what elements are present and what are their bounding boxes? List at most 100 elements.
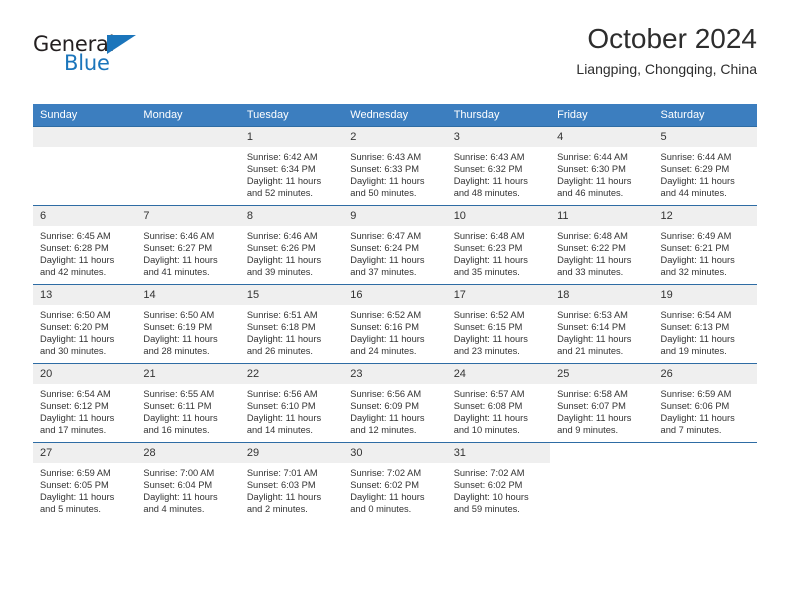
- page-title: October 2024: [587, 23, 757, 54]
- calendar-page: General Blue October 2024 Liangping, Cho…: [0, 0, 792, 612]
- calendar-week-row: 1 Sunrise: 6:42 AM Sunset: 6:34 PM Daylight…: [33, 126, 757, 206]
- calendar-day-cell[interactable]: 4 Sunrise: 6:44 AM Sunset: 6:30 PM Daylight…: [550, 126, 654, 206]
- day-detail-daylight1: Daylight: 11 hours: [143, 255, 218, 266]
- calendar-day-cell[interactable]: 25 Sunrise: 6:58 AM Sunset: 6:07 PM Dayligh…: [550, 363, 654, 443]
- day-number: 20: [33, 364, 137, 384]
- day-detail-daylight1: Daylight: 11 hours: [246, 176, 322, 187]
- calendar-day-cell[interactable]: 1 Sunrise: 6:42 AM Sunset: 6:34 PM Daylight…: [239, 126, 344, 206]
- weekday-header-sunday: Sunday: [33, 104, 137, 127]
- day-detail-sunset: Sunset: 6:15 PM: [453, 322, 523, 333]
- day-detail-daylight2: and 28 minutes.: [143, 346, 210, 357]
- day-detail-sunrise: Sunrise: 6:59 AM: [40, 468, 111, 478]
- day-detail-sunset: Sunset: 6:03 PM: [246, 480, 316, 491]
- day-number: 12: [653, 206, 757, 226]
- day-detail-daylight2: and 48 minutes.: [453, 188, 520, 199]
- calendar-day-cell[interactable]: 12 Sunrise: 6:49 AM Sunset: 6:21 PM Dayligh…: [653, 205, 757, 285]
- day-detail-daylight1: Daylight: 11 hours: [557, 334, 632, 345]
- day-detail-sunrise: Sunrise: 6:57 AM: [453, 389, 525, 399]
- calendar-day-cell[interactable]: 2 Sunrise: 6:43 AM Sunset: 6:33 PM Daylight…: [343, 126, 447, 206]
- day-detail-daylight1: Daylight: 10 hours: [453, 492, 529, 503]
- sunrise-sunset-calendar: Sunday Monday Tuesday Wednesday Thursday…: [33, 104, 757, 521]
- day-detail-daylight2: and 41 minutes.: [143, 267, 210, 278]
- calendar-day-cell[interactable]: 29 Sunrise: 7:01 AM Sunset: 6:03 PM Dayligh…: [239, 442, 344, 521]
- calendar-day-cell[interactable]: 15 Sunrise: 6:51 AM Sunset: 6:18 PM Dayligh…: [239, 284, 344, 364]
- day-detail-daylight2: and 7 minutes.: [660, 425, 722, 436]
- day-detail-sunset: Sunset: 6:11 PM: [143, 401, 212, 412]
- calendar-day-cell[interactable]: 23 Sunrise: 6:56 AM Sunset: 6:09 PM Dayligh…: [343, 363, 447, 443]
- day-detail-daylight1: Daylight: 11 hours: [660, 255, 735, 266]
- calendar-day-cell[interactable]: 17 Sunrise: 6:52 AM Sunset: 6:15 PM Dayligh…: [446, 284, 551, 364]
- calendar-day-cell[interactable]: 3 Sunrise: 6:43 AM Sunset: 6:32 PM Daylight…: [446, 126, 551, 206]
- calendar-day-cell[interactable]: 16 Sunrise: 6:52 AM Sunset: 6:16 PM Dayligh…: [343, 284, 447, 364]
- calendar-day-cell[interactable]: 31 Sunrise: 7:02 AM Sunset: 6:02 PM Dayligh…: [446, 442, 551, 521]
- day-detail-sunset: Sunset: 6:12 PM: [40, 401, 109, 412]
- day-detail-daylight1: Daylight: 11 hours: [246, 492, 322, 503]
- day-details: Sunrise: 6:51 AM Sunset: 6:18 PM Daylight:…: [240, 305, 343, 357]
- day-number: 6: [33, 206, 137, 226]
- day-number: [33, 127, 137, 147]
- calendar-day-cell[interactable]: 14 Sunrise: 6:50 AM Sunset: 6:19 PM Dayligh…: [136, 284, 240, 364]
- day-detail-sunset: Sunset: 6:23 PM: [453, 243, 523, 254]
- day-detail-sunrise: Sunrise: 6:55 AM: [143, 389, 215, 399]
- general-blue-logo[interactable]: General Blue: [33, 32, 173, 84]
- calendar-day-cell[interactable]: 28 Sunrise: 7:00 AM Sunset: 6:04 PM Dayligh…: [136, 442, 240, 521]
- day-detail-sunset: Sunset: 6:05 PM: [40, 480, 109, 491]
- calendar-day-cell[interactable]: 30 Sunrise: 7:02 AM Sunset: 6:02 PM Dayligh…: [343, 442, 447, 521]
- weekday-header-saturday: Saturday: [653, 104, 757, 127]
- day-detail-daylight1: Daylight: 11 hours: [453, 413, 528, 424]
- day-detail-daylight2: and 26 minutes.: [246, 346, 313, 357]
- calendar-day-cell[interactable]: 5 Sunrise: 6:44 AM Sunset: 6:29 PM Daylight…: [653, 126, 757, 206]
- day-detail-daylight2: and 59 minutes.: [453, 504, 520, 515]
- day-detail-sunset: Sunset: 6:10 PM: [246, 401, 316, 412]
- calendar-day-cell[interactable]: 24 Sunrise: 6:57 AM Sunset: 6:08 PM Dayligh…: [446, 363, 551, 443]
- day-details: Sunrise: 6:46 AM Sunset: 6:26 PM Daylight:…: [240, 226, 343, 278]
- day-detail-daylight1: Daylight: 11 hours: [350, 334, 425, 345]
- calendar-day-cell[interactable]: 19 Sunrise: 6:54 AM Sunset: 6:13 PM Dayligh…: [653, 284, 757, 364]
- day-detail-daylight2: and 17 minutes.: [40, 425, 107, 436]
- calendar-day-cell[interactable]: 21 Sunrise: 6:55 AM Sunset: 6:11 PM Dayligh…: [136, 363, 240, 443]
- day-details: Sunrise: 6:52 AM Sunset: 6:15 PM Daylight:…: [447, 305, 550, 357]
- calendar-day-cell[interactable]: 18 Sunrise: 6:53 AM Sunset: 6:14 PM Dayligh…: [550, 284, 654, 364]
- calendar-day-cell[interactable]: 7 Sunrise: 6:46 AM Sunset: 6:27 PM Daylight…: [136, 205, 240, 285]
- day-details: Sunrise: 6:55 AM Sunset: 6:11 PM Daylight:…: [136, 384, 239, 436]
- calendar-day-cell[interactable]: 22 Sunrise: 6:56 AM Sunset: 6:10 PM Dayligh…: [239, 363, 344, 443]
- day-detail-daylight2: and 19 minutes.: [660, 346, 727, 357]
- day-number: 4: [550, 127, 654, 147]
- calendar-day-cell[interactable]: 11 Sunrise: 6:48 AM Sunset: 6:22 PM Dayligh…: [550, 205, 654, 285]
- day-detail-daylight2: and 4 minutes.: [143, 504, 205, 515]
- day-details: Sunrise: 6:44 AM Sunset: 6:29 PM Daylight:…: [654, 147, 757, 199]
- calendar-day-cell[interactable]: 8 Sunrise: 6:46 AM Sunset: 6:26 PM Daylight…: [239, 205, 344, 285]
- day-detail-sunrise: Sunrise: 6:47 AM: [350, 231, 422, 241]
- day-detail-daylight1: Daylight: 11 hours: [453, 334, 528, 345]
- location-subtitle: Liangping, Chongqing, China: [576, 61, 757, 77]
- day-details: Sunrise: 6:45 AM Sunset: 6:28 PM Daylight:…: [33, 226, 136, 278]
- day-detail-sunset: Sunset: 6:27 PM: [143, 243, 213, 254]
- day-detail-sunrise: Sunrise: 6:50 AM: [40, 310, 111, 320]
- day-number: 5: [653, 127, 757, 147]
- day-number: 10: [446, 206, 551, 226]
- day-detail-sunrise: Sunrise: 6:53 AM: [557, 310, 628, 320]
- day-details: Sunrise: 6:48 AM Sunset: 6:23 PM Daylight:…: [447, 226, 550, 278]
- calendar-day-cell[interactable]: 20 Sunrise: 6:54 AM Sunset: 6:12 PM Dayligh…: [33, 363, 137, 443]
- calendar-day-cell[interactable]: 27 Sunrise: 6:59 AM Sunset: 6:05 PM Dayligh…: [33, 442, 137, 521]
- day-number: 2: [343, 127, 447, 147]
- day-detail-daylight1: Daylight: 11 hours: [660, 334, 735, 345]
- day-detail-sunset: Sunset: 6:14 PM: [557, 322, 626, 333]
- calendar-day-cell[interactable]: 10 Sunrise: 6:48 AM Sunset: 6:23 PM Dayligh…: [446, 205, 551, 285]
- calendar-day-cell[interactable]: 26 Sunrise: 6:59 AM Sunset: 6:06 PM Dayligh…: [653, 363, 757, 443]
- logo-triangle-icon: [107, 35, 136, 54]
- day-detail-daylight2: and 30 minutes.: [40, 346, 107, 357]
- calendar-day-cell[interactable]: 6 Sunrise: 6:45 AM Sunset: 6:28 PM Daylight…: [33, 205, 137, 285]
- calendar-day-cell[interactable]: 9 Sunrise: 6:47 AM Sunset: 6:24 PM Daylight…: [343, 205, 447, 285]
- day-detail-sunrise: Sunrise: 6:48 AM: [453, 231, 525, 241]
- day-number: 22: [239, 364, 344, 384]
- day-detail-sunset: Sunset: 6:30 PM: [557, 164, 626, 175]
- calendar-day-cell[interactable]: 13 Sunrise: 6:50 AM Sunset: 6:20 PM Dayligh…: [33, 284, 137, 364]
- day-details: Sunrise: 6:59 AM Sunset: 6:05 PM Daylight:…: [33, 463, 136, 515]
- day-detail-daylight2: and 37 minutes.: [350, 267, 417, 278]
- day-detail-sunrise: Sunrise: 6:42 AM: [246, 152, 318, 162]
- day-details: Sunrise: 6:47 AM Sunset: 6:24 PM Daylight:…: [343, 226, 446, 278]
- weekday-header-row: Sunday Monday Tuesday Wednesday Thursday…: [33, 104, 757, 127]
- day-detail-daylight2: and 12 minutes.: [350, 425, 417, 436]
- day-detail-daylight2: and 52 minutes.: [246, 188, 313, 199]
